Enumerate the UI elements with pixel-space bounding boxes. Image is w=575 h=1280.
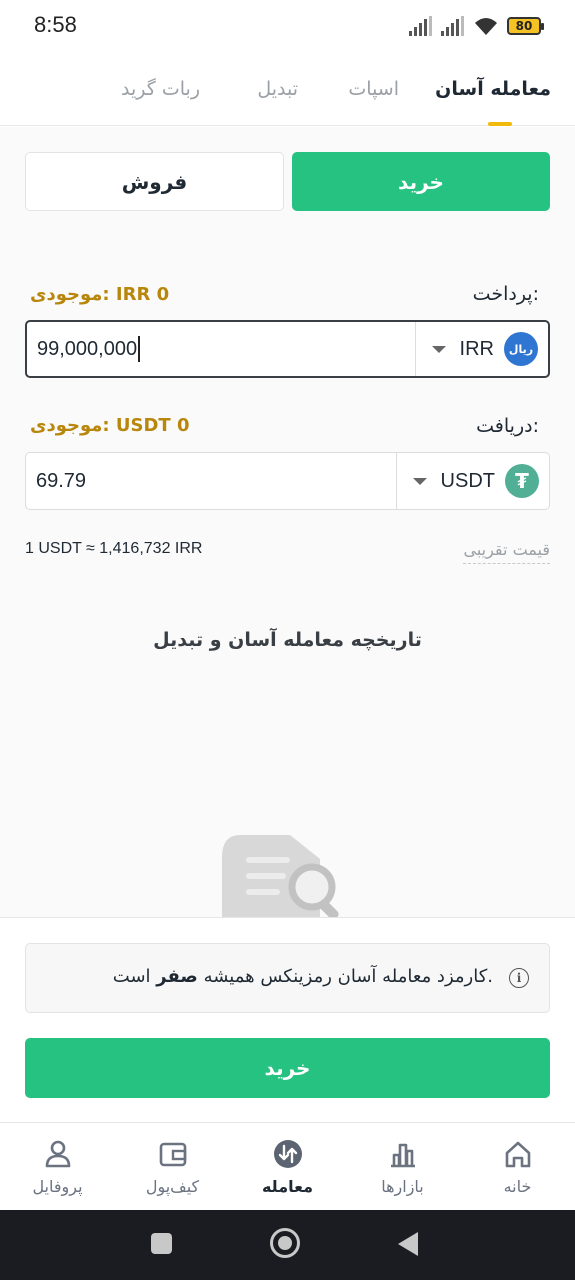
markets-icon xyxy=(390,1143,415,1167)
sell-toggle-button[interactable]: فروش xyxy=(25,152,284,211)
info-icon: i xyxy=(509,968,529,988)
nav-home[interactable]: خانه xyxy=(460,1123,575,1211)
wifi-icon xyxy=(475,18,497,35)
nav-profile[interactable]: پروفایل xyxy=(0,1123,115,1211)
pay-amount-field[interactable]: 99,000,000 IRR ریال xyxy=(25,320,550,378)
usdt-coin-icon: ₮ xyxy=(505,464,539,498)
nav-markets[interactable]: بازارها xyxy=(345,1123,460,1211)
empty-document-icon xyxy=(222,835,339,917)
approx-rate-label[interactable]: قیمت تقریبی xyxy=(463,540,550,564)
signal-icon xyxy=(409,16,433,36)
home-button[interactable] xyxy=(270,1228,300,1258)
nav-wallet[interactable]: کیف‌پول xyxy=(115,1123,230,1211)
wallet-icon xyxy=(159,1142,186,1166)
trade-type-tabs: معامله آسان اسپات تبدیل ربات گرید xyxy=(0,60,575,126)
fee-notice: i کارمزد معامله آسان رمزینکس همیشه صفر ا… xyxy=(25,943,550,1013)
battery-icon: 80 xyxy=(507,17,544,35)
receive-balance[interactable]: موجودی: USDT 0 xyxy=(30,415,189,436)
tab-spot[interactable]: اسپات xyxy=(348,78,399,100)
pay-label: پرداخت: xyxy=(472,283,539,305)
profile-icon xyxy=(45,1140,70,1167)
trade-form: خرید فروش پرداخت: موجودی: IRR 0 99,000,0… xyxy=(0,127,575,917)
irr-coin-icon: ریال xyxy=(504,332,538,366)
home-icon xyxy=(505,1141,530,1167)
tab-easy-trade[interactable]: معامله آسان xyxy=(435,78,551,100)
pay-amount-input[interactable]: 99,000,000 xyxy=(37,322,141,376)
pay-currency-select[interactable]: IRR ریال xyxy=(414,322,548,376)
tab-convert[interactable]: تبدیل xyxy=(257,78,298,100)
chevron-down-icon xyxy=(431,345,446,353)
receive-amount-field[interactable]: 69.79 USDT ₮ xyxy=(25,452,550,510)
history-title: تاریخچه معامله آسان و تبدیل xyxy=(153,629,422,651)
text-caret xyxy=(138,336,141,362)
receive-amount-input[interactable]: 69.79 xyxy=(36,453,86,509)
trade-icon xyxy=(273,1139,302,1168)
status-icons: 80 xyxy=(409,14,544,38)
active-tab-indicator xyxy=(488,122,512,126)
recents-button[interactable] xyxy=(151,1233,172,1254)
pay-balance[interactable]: موجودی: IRR 0 xyxy=(30,284,169,305)
nav-trade[interactable]: معامله xyxy=(230,1123,345,1211)
receive-currency-select[interactable]: USDT ₮ xyxy=(395,453,549,509)
bottom-navigation: خانه بازارها معامله کیف‌پول پروفایل xyxy=(0,1122,575,1210)
status-bar: 8:58 80 xyxy=(0,0,575,52)
status-time: 8:58 xyxy=(34,12,77,37)
pay-currency-code: IRR xyxy=(459,337,494,360)
submit-buy-button[interactable]: خرید xyxy=(25,1038,550,1098)
approx-rate-value: 1 USDT ≈ 1,416,732 IRR xyxy=(25,540,203,557)
receive-label: دریافت: xyxy=(476,415,539,437)
receive-currency-code: USDT xyxy=(440,469,495,492)
signal-icon-2 xyxy=(441,16,465,36)
system-navigation-bar xyxy=(0,1210,575,1280)
buy-toggle-button[interactable]: خرید xyxy=(292,152,550,211)
fee-notice-text: کارمزد معامله آسان رمزینکس همیشه صفر است… xyxy=(112,966,493,987)
chevron-down-icon xyxy=(412,477,427,485)
tab-grid-bot[interactable]: ربات گرید xyxy=(121,78,200,100)
back-button[interactable] xyxy=(398,1232,418,1256)
order-sheet: i کارمزد معامله آسان رمزینکس همیشه صفر ا… xyxy=(0,917,575,1121)
